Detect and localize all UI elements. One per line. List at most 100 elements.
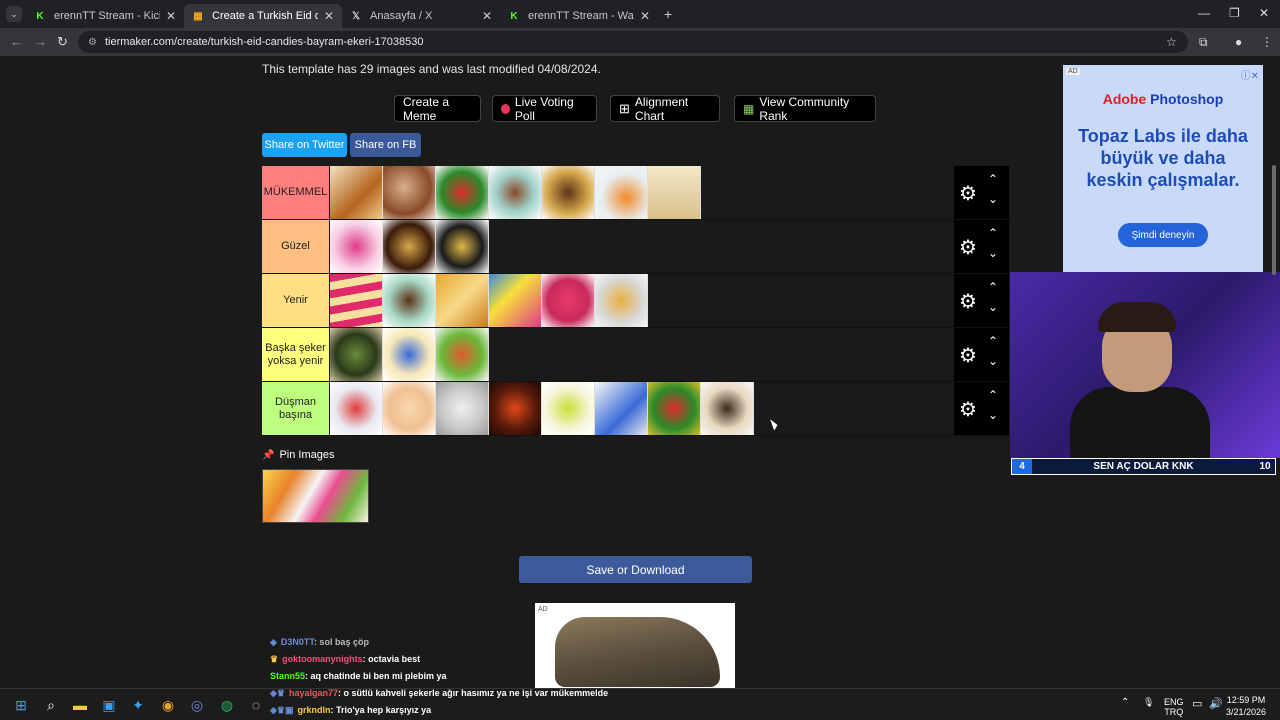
candy-image[interactable]	[542, 274, 595, 327]
system-clock[interactable]: 12:59 PM 3/21/2026	[1226, 694, 1266, 718]
candy-image[interactable]	[330, 328, 383, 381]
tray-chevron-icon[interactable]: ⌃	[1121, 697, 1129, 708]
candy-image[interactable]	[383, 274, 436, 327]
close-icon[interactable]: ✕	[640, 9, 650, 23]
candy-image[interactable]	[383, 328, 436, 381]
candy-image[interactable]	[489, 274, 542, 327]
chevron-down-icon[interactable]: ⌄	[988, 300, 998, 314]
candy-image[interactable]	[542, 166, 595, 219]
chevron-up-icon[interactable]: ⌃	[988, 388, 998, 402]
pinned-candy-image[interactable]	[262, 469, 369, 523]
tier-label[interactable]: Güzel	[262, 220, 329, 273]
candy-image[interactable]	[489, 382, 542, 435]
live-voting-poll-button[interactable]: Live Voting Poll	[492, 95, 597, 123]
view-community-rank-button[interactable]: ▦ View Community Rank	[734, 95, 876, 123]
ad-cta-button[interactable]: Şimdi deneyin	[1118, 223, 1208, 247]
spotify-icon[interactable]: ◍	[217, 695, 237, 715]
share-fb-button[interactable]: Share on FB	[350, 133, 421, 157]
reload-icon[interactable]: ↻	[57, 34, 68, 50]
search-icon[interactable]: ⌕	[41, 695, 61, 715]
candy-image[interactable]	[436, 382, 489, 435]
bookmark-star-icon[interactable]: ☆	[1166, 35, 1177, 49]
file-explorer-icon[interactable]: ▬	[70, 695, 90, 715]
ad-banner-bottom[interactable]: AD	[535, 603, 735, 688]
store-icon[interactable]: ▣	[99, 695, 119, 715]
windows-start-icon[interactable]: ⊞	[11, 695, 31, 715]
site-info-icon[interactable]: ⚙	[88, 37, 97, 48]
candy-image[interactable]	[595, 382, 648, 435]
tab-tiermaker[interactable]: ▦ Create a Turkish Eid candies (Ba ✕	[184, 4, 342, 28]
candy-image[interactable]	[595, 166, 648, 219]
close-icon[interactable]: ✕	[166, 9, 176, 23]
chevron-up-icon[interactable]: ⌃	[988, 226, 998, 240]
microphone-icon[interactable]: 🎙	[1143, 697, 1154, 708]
chevron-down-icon[interactable]: ⌄	[988, 192, 998, 206]
new-tab-icon[interactable]: +	[664, 6, 672, 22]
candy-image[interactable]	[330, 220, 383, 273]
chevron-down-icon[interactable]: ⌄	[988, 246, 998, 260]
url-bar[interactable]: ⚙ tiermaker.com/create/turkish-eid-candi…	[78, 31, 1188, 53]
tab-kick-watch[interactable]: K erennTT Stream - Watch Live o ✕	[500, 4, 658, 28]
x-icon: 𝕏	[351, 10, 361, 22]
gear-icon[interactable]: ⚙	[959, 235, 977, 260]
tab-search-icon[interactable]: ⌄	[6, 6, 22, 22]
tier-label[interactable]: Yenir	[262, 274, 329, 327]
chrome-icon[interactable]: ◉	[158, 695, 178, 715]
scrollbar-thumb[interactable]	[1272, 165, 1276, 275]
ad-banner-right[interactable]: AD ⓘ✕ Adobe Photoshop Topaz Labs ile dah…	[1063, 65, 1263, 272]
share-twitter-button[interactable]: Share on Twitter	[262, 133, 347, 157]
gear-icon[interactable]: ⚙	[959, 181, 977, 206]
language-indicator[interactable]: ENG TRQ	[1164, 697, 1184, 717]
steam-icon[interactable]: ◌	[246, 695, 266, 715]
tier-label[interactable]: Başka şeker yoksa yenir	[262, 328, 329, 381]
restore-icon[interactable]: ❐	[1229, 6, 1240, 20]
chevron-up-icon[interactable]: ⌃	[988, 172, 998, 186]
chevron-up-icon[interactable]: ⌃	[988, 334, 998, 348]
gear-icon[interactable]: ⚙	[959, 289, 977, 314]
save-download-button[interactable]: Save or Download	[519, 556, 752, 583]
candy-image[interactable]	[436, 274, 489, 327]
candy-image[interactable]	[436, 220, 489, 273]
chevron-down-icon[interactable]: ⌄	[988, 408, 998, 422]
minimize-icon[interactable]: —	[1198, 6, 1210, 20]
candy-image[interactable]	[330, 274, 383, 327]
candy-image[interactable]	[489, 166, 542, 219]
volume-icon[interactable]: 🔊	[1209, 697, 1223, 710]
create-meme-button[interactable]: Create a Meme	[394, 95, 481, 123]
gear-icon[interactable]: ⚙	[959, 397, 977, 422]
menu-kebab-icon[interactable]: ⋮	[1261, 35, 1273, 49]
tier-label[interactable]: MÜKEMMEL	[262, 166, 329, 219]
tier-label[interactable]: Düşman başına	[262, 382, 329, 435]
settings-app-icon[interactable]: ✦	[128, 695, 148, 715]
candy-image[interactable]	[701, 382, 754, 435]
network-icon[interactable]: ▭	[1192, 697, 1202, 710]
gear-icon[interactable]: ⚙	[959, 343, 977, 368]
candy-image[interactable]	[383, 382, 436, 435]
candy-image[interactable]	[648, 166, 701, 219]
chevron-up-icon[interactable]: ⌃	[988, 280, 998, 294]
close-icon[interactable]: ✕	[482, 9, 492, 23]
tab-kick-dashboard[interactable]: K erennTT Stream - Kick Dashboa ✕	[26, 4, 184, 28]
candy-image[interactable]	[542, 382, 595, 435]
close-icon[interactable]: ✕	[324, 9, 334, 23]
ad-close-icon[interactable]: ⓘ✕	[1241, 67, 1259, 82]
window-close-icon[interactable]: ✕	[1259, 6, 1269, 20]
tab-x[interactable]: 𝕏 Anasayfa / X ✕	[342, 4, 500, 28]
candy-image[interactable]	[330, 382, 383, 435]
candy-image[interactable]	[383, 166, 436, 219]
record-dot-icon	[501, 103, 510, 114]
chevron-down-icon[interactable]: ⌄	[988, 354, 998, 368]
candy-image[interactable]	[595, 274, 648, 327]
ad-headline: Topaz Labs ile daha büyük ve daha keskin…	[1078, 126, 1248, 190]
candy-image[interactable]	[436, 328, 489, 381]
forward-icon[interactable]: →	[34, 34, 47, 49]
candy-image[interactable]	[648, 382, 701, 435]
candy-image[interactable]	[330, 166, 383, 219]
profile-avatar-icon[interactable]: ●	[1235, 35, 1242, 49]
alignment-chart-button[interactable]: ⊞ Alignment Chart	[610, 95, 720, 123]
back-icon[interactable]: ←	[10, 34, 23, 49]
extensions-icon[interactable]: ⧉	[1199, 35, 1208, 50]
candy-image[interactable]	[436, 166, 489, 219]
discord-icon[interactable]: ◎	[187, 695, 207, 715]
candy-image[interactable]	[383, 220, 436, 273]
